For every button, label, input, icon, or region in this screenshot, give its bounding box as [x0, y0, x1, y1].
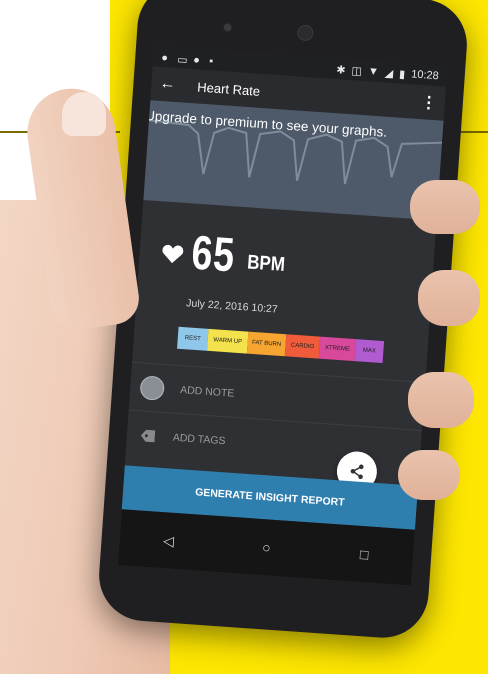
finger-index — [410, 180, 480, 234]
nav-back-icon[interactable]: ◁ — [156, 528, 182, 554]
speaker — [223, 23, 232, 32]
add-note-label: ADD NOTE — [179, 384, 235, 400]
camera-icon: ▪ — [208, 55, 214, 68]
app-screen: ● ▭ ● ▪ ✱ ◫ ▼ ◢ ▮ 10:28 ← Heart Rate ⋮ U… — [117, 46, 448, 586]
zone-rest: REST — [177, 326, 209, 351]
location-icon: ● — [160, 51, 169, 65]
overflow-menu-icon[interactable]: ⋮ — [420, 92, 437, 113]
avatar — [139, 375, 166, 401]
vibrate-icon: ◫ — [351, 64, 363, 78]
share-icon — [350, 464, 364, 480]
front-camera — [296, 24, 314, 42]
zone-warm-up: WARM UP — [206, 328, 249, 354]
zone-xtreme: XTREME — [318, 336, 357, 362]
location-icon: ● — [192, 54, 201, 67]
signal-icon: ◢ — [384, 67, 394, 80]
phone-device: ● ▭ ● ▪ ✱ ◫ ▼ ◢ ▮ 10:28 ← Heart Rate ⋮ U… — [96, 0, 470, 641]
image-icon: ▭ — [176, 54, 188, 67]
nav-home-icon[interactable]: ○ — [254, 535, 280, 561]
status-time: 10:28 — [410, 68, 440, 83]
zone-max: MAX — [354, 339, 385, 364]
finger-pinky — [398, 450, 460, 500]
back-arrow-icon[interactable]: ← — [159, 75, 182, 94]
nav-recents-icon[interactable]: □ — [351, 541, 377, 567]
heart-icon — [162, 244, 184, 264]
heart-rate-zones: REST WARM UP FAT BURN CARDIO XTREME MAX — [177, 326, 385, 364]
reading-timestamp: July 22, 2016 10:27 — [185, 297, 279, 316]
zone-cardio: CARDIO — [284, 334, 321, 359]
page-title: Heart Rate — [196, 79, 261, 99]
battery-icon: ▮ — [398, 68, 406, 81]
zone-fat-burn: FAT BURN — [246, 331, 287, 357]
wifi-icon: ▼ — [367, 65, 380, 79]
bpm-unit: BPM — [246, 251, 286, 276]
bpm-reading: 65 BPM — [137, 200, 437, 310]
thumbnail-nail — [62, 92, 106, 136]
finger-middle — [418, 270, 480, 326]
finger-ring — [408, 372, 474, 428]
tag-icon — [140, 429, 156, 443]
bpm-value: 65 — [189, 226, 237, 283]
bluetooth-icon: ✱ — [335, 63, 346, 77]
add-tags-label: ADD TAGS — [172, 431, 226, 448]
